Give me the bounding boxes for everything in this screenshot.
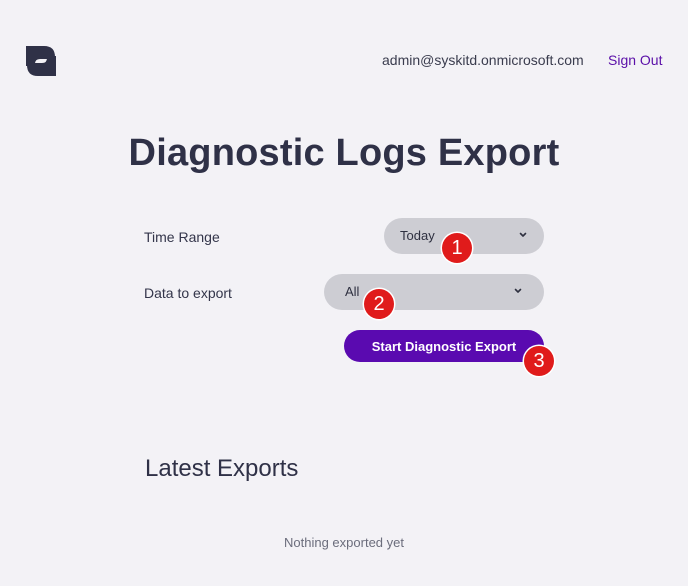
empty-state-message: Nothing exported yet <box>284 535 404 550</box>
syskit-logo-icon[interactable] <box>24 44 58 78</box>
data-to-export-select[interactable]: All <box>324 274 544 310</box>
sign-out-link[interactable]: Sign Out <box>608 52 662 68</box>
latest-exports-title: Latest Exports <box>145 455 299 482</box>
annotation-marker-2: 2 <box>364 289 394 319</box>
annotation-marker-1: 1 <box>442 233 472 263</box>
start-diagnostic-export-button[interactable]: Start Diagnostic Export <box>344 330 544 362</box>
time-range-value: Today <box>400 228 435 243</box>
annotation-marker-3: 3 <box>524 346 554 376</box>
chevron-down-icon <box>514 288 522 293</box>
page-title: Diagnostic Logs Export <box>128 132 560 174</box>
time-range-label: Time Range <box>144 229 220 245</box>
chevron-down-icon <box>519 232 527 237</box>
data-to-export-value: All <box>345 284 360 299</box>
data-to-export-label: Data to export <box>144 285 232 301</box>
user-email: admin@syskitd.onmicrosoft.com <box>382 52 584 68</box>
